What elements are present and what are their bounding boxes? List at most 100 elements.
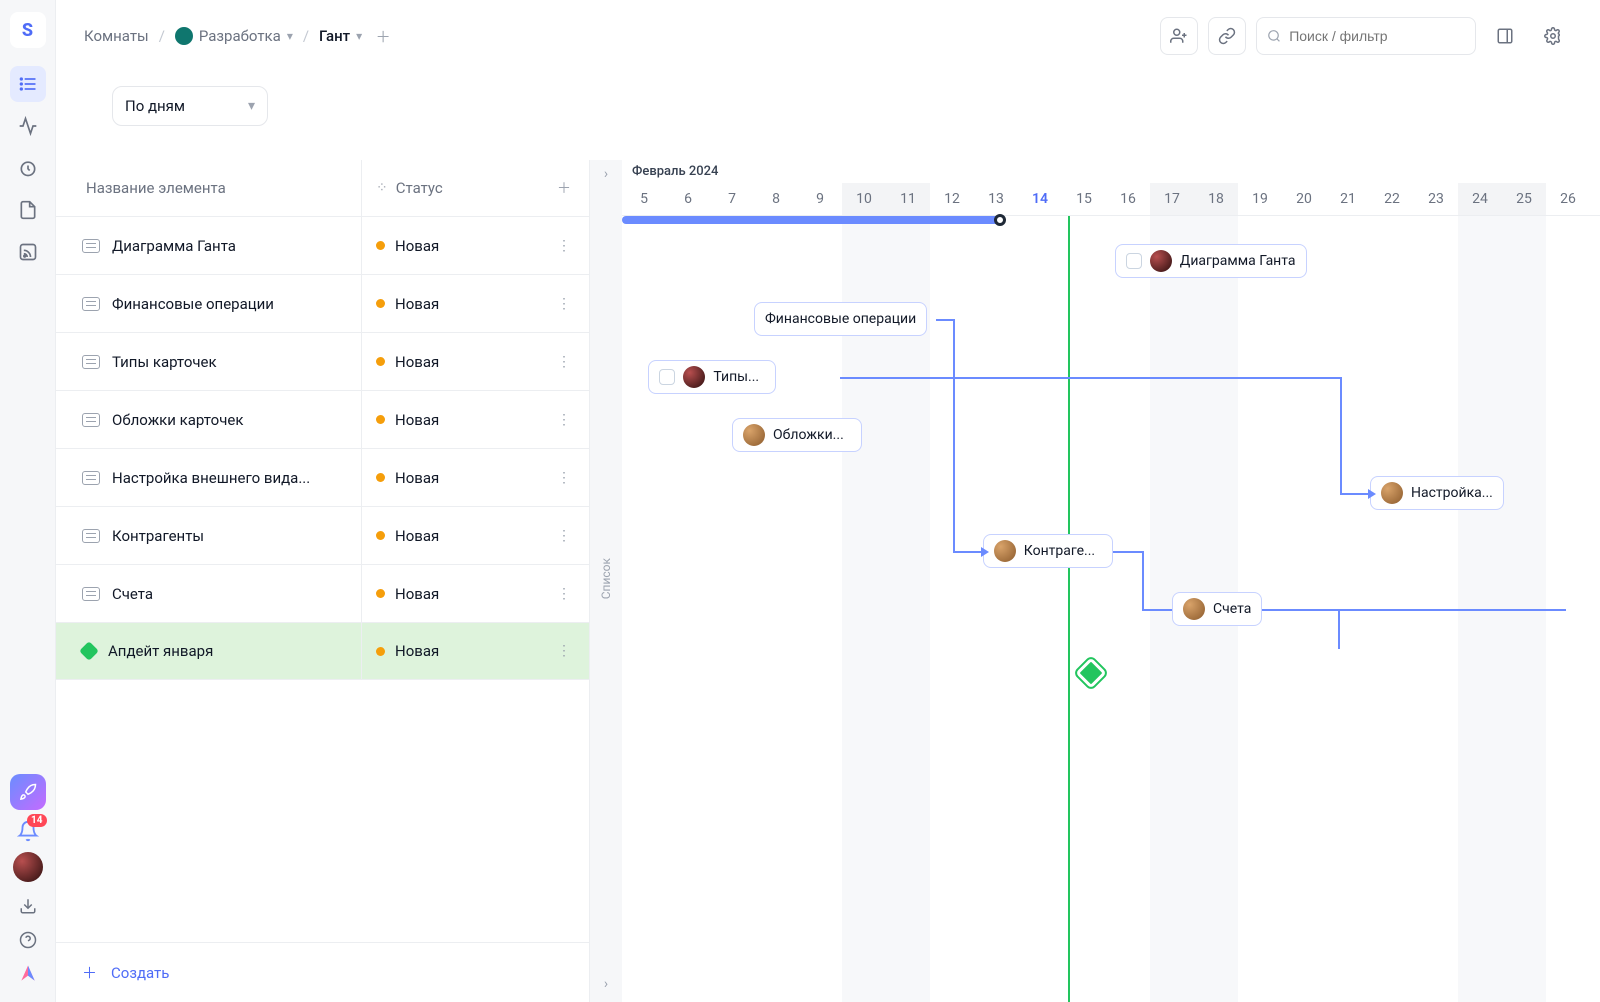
share-users-button[interactable] [1160,17,1198,55]
row-name-cell[interactable]: Финансовые операции [56,295,361,313]
day-header[interactable]: 17 [1150,183,1194,215]
gantt-task[interactable]: Типы... [648,360,776,394]
today-line [1068,216,1070,1002]
row-menu-button[interactable]: ⋮ [539,528,589,544]
checkbox-icon[interactable] [1126,253,1142,269]
gantt-task[interactable]: Финансовые операции [754,302,927,336]
col-status-header[interactable]: ⁘ Статус [361,160,539,216]
notifications-button[interactable]: 14 [17,820,39,842]
app-logo[interactable]: S [10,12,46,48]
search-field[interactable] [1289,28,1465,44]
day-header[interactable]: 9 [798,183,842,215]
row-name-cell[interactable]: Счета [56,585,361,603]
add-view-button[interactable]: ＋ [372,25,394,47]
table-row[interactable]: Контрагенты Новая ⋮ [56,506,589,564]
gantt-task[interactable]: Обложки... [732,418,862,452]
row-status-cell[interactable]: Новая [361,275,539,332]
breadcrumb-rooms[interactable]: Комнаты [84,27,149,45]
row-name-cell[interactable]: Контрагенты [56,527,361,545]
row-status-cell[interactable]: Новая [361,565,539,622]
day-header[interactable]: 5 [622,183,666,215]
checkbox-icon[interactable] [659,369,675,385]
row-menu-button[interactable]: ⋮ [539,354,589,370]
breadcrumb-view[interactable]: Гант ▾ [319,27,362,45]
row-status-cell[interactable]: Новая [361,217,539,274]
day-header[interactable]: 24 [1458,183,1502,215]
day-header[interactable]: 22 [1370,183,1414,215]
table-row[interactable]: Диаграмма Ганта Новая ⋮ [56,216,589,274]
gantt-task[interactable]: Настройка... [1370,476,1504,510]
day-header[interactable]: 15 [1062,183,1106,215]
day-header[interactable]: 25 [1502,183,1546,215]
settings-button[interactable] [1534,17,1572,55]
row-menu-button[interactable]: ⋮ [539,643,589,659]
split-handle[interactable]: › Список › [590,160,622,1002]
day-header[interactable]: 8 [754,183,798,215]
row-menu-button[interactable]: ⋮ [539,470,589,486]
gantt-task[interactable]: Счета [1172,592,1262,626]
progress-handle[interactable] [994,214,1006,226]
row-name-cell[interactable]: Обложки карточек [56,411,361,429]
add-column-button[interactable]: ＋ [539,178,589,198]
day-header[interactable]: 16 [1106,183,1150,215]
gantt-task[interactable]: Диаграмма Ганта [1115,244,1307,278]
zoom-select[interactable]: По дням ▾ [112,86,268,126]
layout-button[interactable] [1486,17,1524,55]
day-header[interactable]: 10 [842,183,886,215]
day-header[interactable]: 7 [710,183,754,215]
day-header[interactable]: 13 [974,183,1018,215]
nav-list-icon[interactable] [10,66,46,102]
row-status-cell[interactable]: Новая [361,391,539,448]
row-menu-button[interactable]: ⋮ [539,586,589,602]
day-header[interactable]: 6 [666,183,710,215]
gantt-pane[interactable]: Февраль 2024 567891011121314151617181920… [622,160,1600,1002]
nav-timer-icon[interactable] [10,150,46,186]
table-row[interactable]: Финансовые операции Новая ⋮ [56,274,589,332]
collapse-handle-icon[interactable]: › [604,976,608,992]
link-button[interactable] [1208,17,1246,55]
day-header[interactable]: 20 [1282,183,1326,215]
milestone-marker[interactable] [1075,657,1106,688]
row-name-cell[interactable]: Апдейт января [56,642,361,660]
day-header[interactable]: 11 [886,183,930,215]
row-status-cell[interactable]: Новая [361,333,539,390]
search-input[interactable] [1256,17,1476,55]
table-row[interactable]: Настройка внешнего вида... Новая ⋮ [56,448,589,506]
table-row[interactable]: Счета Новая ⋮ [56,564,589,622]
day-header[interactable]: 23 [1414,183,1458,215]
day-header[interactable]: 14 [1018,183,1062,215]
day-header[interactable]: 21 [1326,183,1370,215]
row-status-cell[interactable]: Новая [361,449,539,506]
collapse-handle-icon[interactable]: › [604,166,608,182]
status-dot [376,415,385,424]
col-name-header[interactable]: Название элемента [56,179,361,197]
gantt-task[interactable]: Контраге... [983,534,1113,568]
download-icon[interactable] [18,896,38,916]
status-icon: ⁘ [376,180,388,196]
gantt-progress-bar[interactable] [622,216,1000,224]
day-header[interactable]: 12 [930,183,974,215]
row-status-cell[interactable]: Новая [361,507,539,564]
table-row[interactable]: Обложки карточек Новая ⋮ [56,390,589,448]
nav-feed-icon[interactable] [10,234,46,270]
day-header[interactable]: 26 [1546,183,1590,215]
table-row[interactable]: Типы карточек Новая ⋮ [56,332,589,390]
day-header[interactable]: 19 [1238,183,1282,215]
rocket-button[interactable] [10,774,46,810]
row-name-cell[interactable]: Типы карточек [56,353,361,371]
table-row[interactable]: Апдейт января Новая ⋮ [56,622,589,680]
breadcrumb-room[interactable]: Разработка ▾ [175,27,293,45]
row-menu-button[interactable]: ⋮ [539,412,589,428]
row-name-cell[interactable]: Настройка внешнего вида... [56,469,361,487]
create-button[interactable]: ＋ Создать [56,942,589,1002]
nav-activity-icon[interactable] [10,108,46,144]
help-icon[interactable] [18,930,38,950]
row-status-cell[interactable]: Новая [361,623,539,679]
row-name-cell[interactable]: Диаграмма Ганта [56,237,361,255]
row-menu-button[interactable]: ⋮ [539,238,589,254]
row-menu-button[interactable]: ⋮ [539,296,589,312]
nav-doc-icon[interactable] [10,192,46,228]
user-avatar[interactable] [13,852,43,882]
apps-icon[interactable] [18,964,38,984]
day-header[interactable]: 18 [1194,183,1238,215]
